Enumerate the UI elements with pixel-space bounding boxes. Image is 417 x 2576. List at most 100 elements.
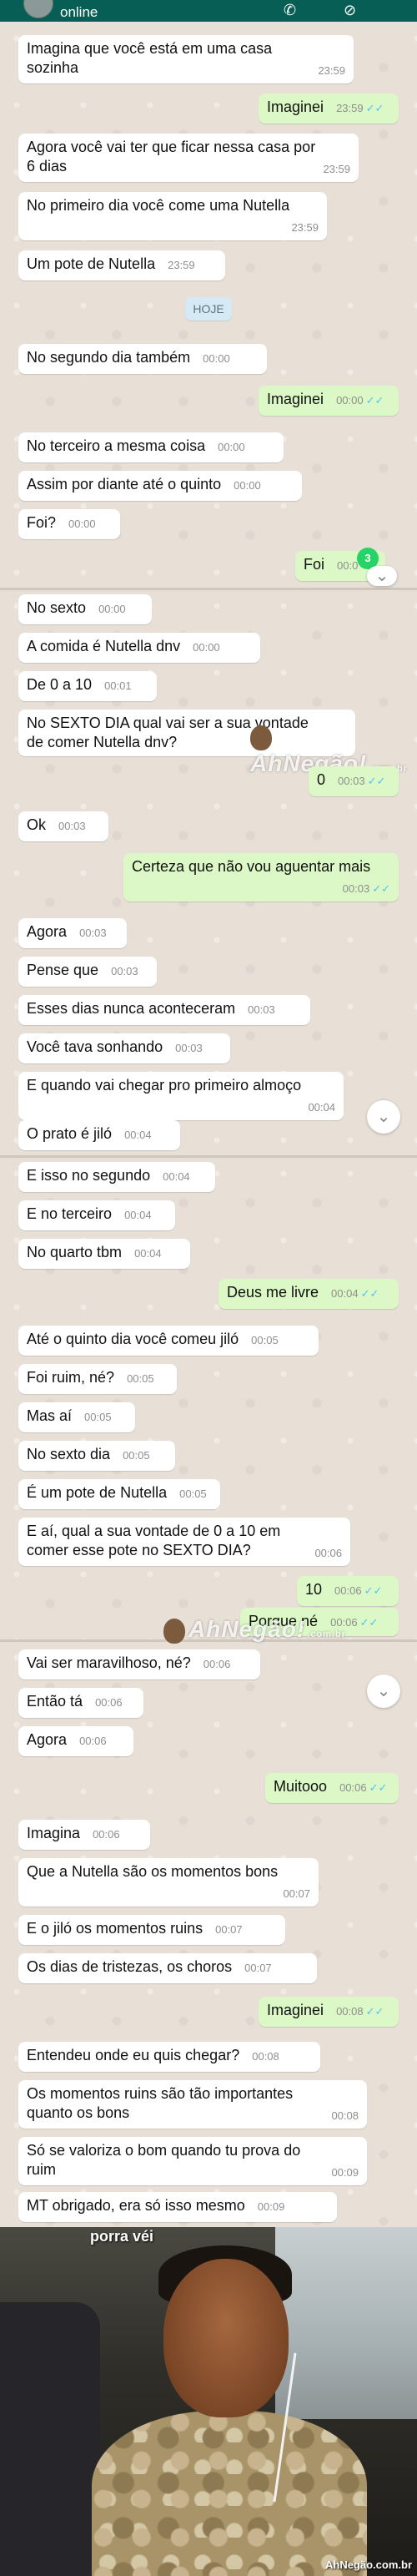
message-incoming[interactable]: Você tava sonhando 00:03 (18, 1033, 230, 1063)
message-incoming[interactable]: E no terceiro 00:04 (18, 1200, 175, 1230)
message-outgoing[interactable]: Imaginei 23:59 ✓✓ (259, 93, 399, 124)
message-text: Ok (27, 816, 47, 833)
bus-seat (0, 2302, 100, 2576)
message-text: Até o quinto dia você comeu jiló (27, 1331, 239, 1347)
message-outgoing[interactable]: Imaginei 00:00 ✓✓ (259, 386, 399, 416)
message-text: No sexto dia (27, 1446, 111, 1462)
message-incoming[interactable]: E o jiló os momentos ruins 00:07 (18, 1915, 285, 1945)
message-time: 00:04 (308, 1101, 335, 1114)
message-text: Vai ser maravilhoso, né? (27, 1654, 191, 1671)
message-text: Mas aí (27, 1407, 73, 1424)
message-incoming[interactable]: Os dias de tristezas, os choros 00:07 (18, 1953, 317, 1983)
scroll-down-button[interactable]: ⌄ (367, 1674, 400, 1708)
message-outgoing[interactable]: 10 00:06 ✓✓ (297, 1576, 399, 1606)
message-text: E isso no segundo (27, 1167, 151, 1184)
message-incoming[interactable]: Foi? 00:00 (18, 509, 120, 539)
message-incoming[interactable]: No sexto 00:00 (18, 594, 152, 624)
message-incoming[interactable]: MT obrigado, era só isso mesmo 00:09 (18, 2192, 337, 2222)
message-incoming[interactable]: Então tá 00:06 (18, 1688, 143, 1718)
message-text: Entendeu onde eu quis chegar? (27, 2047, 240, 2063)
message-text: E no terceiro (27, 1205, 113, 1222)
message-incoming[interactable]: Agora 00:03 (18, 918, 127, 948)
message-text: De 0 a 10 (27, 676, 93, 693)
read-receipt-icon: ✓✓ (359, 1616, 379, 1629)
read-receipt-icon: ✓✓ (364, 1584, 383, 1597)
message-incoming[interactable]: Imagina 00:06 (18, 1820, 150, 1850)
contact-avatar[interactable] (23, 0, 53, 18)
message-incoming[interactable]: Agora você vai ter que ficar nessa casa … (18, 134, 359, 182)
message-incoming[interactable]: No quarto tbm 00:04 (18, 1239, 190, 1269)
message-text: Os momentos ruins são tão importantes qu… (27, 2085, 294, 2121)
screenshot-divider (0, 588, 417, 590)
message-incoming[interactable]: Mas aí 00:05 (18, 1402, 135, 1432)
message-incoming[interactable]: No segundo dia também 00:00 (18, 344, 267, 374)
chevron-down-icon: ⌄ (376, 1108, 391, 1126)
read-receipt-icon: ✓✓ (365, 2005, 384, 2018)
message-incoming[interactable]: O prato é jiló 00:04 (18, 1120, 180, 1150)
message-incoming[interactable]: Esses dias nunca aconteceram 00:03 (18, 995, 310, 1025)
message-incoming[interactable]: E isso no segundo 00:04 (18, 1162, 215, 1192)
scroll-down-button[interactable]: ⌄ (367, 566, 397, 586)
message-incoming[interactable]: Agora 00:06 (18, 1726, 133, 1756)
message-incoming[interactable]: Só se valoriza o bom quando tu prova do … (18, 2137, 367, 2185)
message-time: 00:06 (95, 1696, 123, 1709)
message-time: 00:03 (111, 965, 138, 977)
message-outgoing[interactable]: 0 00:03 ✓✓ (309, 766, 399, 796)
message-time: 00:04 (163, 1170, 190, 1183)
message-time: 00:00 (98, 603, 126, 615)
message-time: 00:05 (251, 1334, 279, 1346)
message-time: 00:00 (336, 394, 364, 407)
message-text: No quarto tbm (27, 1244, 123, 1260)
message-text: 10 (305, 1581, 323, 1598)
message-outgoing[interactable]: Muitooo 00:06 ✓✓ (265, 1773, 399, 1803)
message-outgoing[interactable]: Deus me livre 00:04 ✓✓ (219, 1279, 399, 1309)
message-text: E quando vai chegar pro primeiro almoço (27, 1077, 302, 1094)
message-time: 00:08 (336, 2005, 364, 2018)
message-text: Agora (27, 923, 68, 940)
message-outgoing[interactable]: Imaginei 00:08 ✓✓ (259, 1997, 399, 2027)
message-time: 23:59 (291, 221, 319, 234)
message-incoming[interactable]: A comida é Nutella dnv 00:00 (18, 633, 260, 663)
message-incoming[interactable]: Entendeu onde eu quis chegar? 00:08 (18, 2042, 320, 2072)
message-incoming[interactable]: É um pote de Nutella 00:05 (18, 1479, 220, 1509)
message-incoming[interactable]: Imagina que você está em uma casa sozinh… (18, 35, 354, 83)
message-incoming[interactable]: Pense que 00:03 (18, 957, 157, 987)
message-incoming[interactable]: Um pote de Nutella 23:59 (18, 250, 225, 280)
message-text: Esses dias nunca aconteceram (27, 1000, 236, 1017)
message-incoming[interactable]: Até o quinto dia você comeu jiló 00:05 (18, 1326, 319, 1356)
attach-icon[interactable]: ⊘ (344, 2, 356, 19)
message-incoming[interactable]: Assim por diante até o quinto 00:00 (18, 471, 302, 501)
message-incoming[interactable]: E quando vai chegar pro primeiro almoço … (18, 1072, 344, 1120)
message-time: 00:04 (134, 1247, 162, 1260)
message-incoming[interactable]: No sexto dia 00:05 (18, 1441, 175, 1471)
message-time: 00:04 (124, 1209, 152, 1221)
message-incoming[interactable]: Vai ser maravilhoso, né? 00:06 (18, 1649, 260, 1679)
message-incoming[interactable]: Que a Nutella são os momentos bons 00:07 (18, 1858, 319, 1907)
message-text: Foi? (27, 514, 57, 531)
message-outgoing[interactable]: Certeza que não vou aguentar mais 00:03 ✓… (123, 853, 399, 902)
message-text: Foi ruim, né? (27, 1369, 115, 1386)
message-incoming[interactable]: E aí, qual a sua vontade de 0 a 10 em co… (18, 1518, 350, 1566)
message-time: 00:03 (248, 1003, 275, 1016)
message-incoming[interactable]: Ok 00:03 (18, 811, 108, 841)
message-time: 00:05 (179, 1488, 207, 1500)
message-text: Agora (27, 1731, 68, 1748)
message-time: 00:09 (257, 2200, 285, 2213)
message-time: 00:04 (124, 1129, 152, 1141)
read-receipt-icon: ✓✓ (365, 394, 384, 407)
message-incoming[interactable]: Foi ruim, né? 00:05 (18, 1364, 177, 1394)
message-text: Imaginei (267, 391, 324, 407)
message-time: 00:00 (193, 641, 220, 654)
message-text: No sexto (27, 599, 87, 616)
message-incoming[interactable]: No primeiro dia você come uma Nutella 23… (18, 192, 327, 240)
message-time: 00:06 (314, 1547, 342, 1559)
message-text: A comida é Nutella dnv (27, 638, 181, 654)
message-text: Imaginei (267, 2002, 324, 2018)
message-incoming[interactable]: De 0 a 10 00:01 (18, 671, 157, 701)
phone-icon[interactable]: ✆ (284, 2, 296, 19)
scroll-down-button[interactable]: ⌄ (367, 1100, 400, 1134)
chevron-down-icon: ⌄ (374, 567, 389, 585)
message-incoming[interactable]: Os momentos ruins são tão importantes qu… (18, 2080, 367, 2129)
message-time: 00:08 (252, 2050, 279, 2063)
message-incoming[interactable]: No terceiro a mesma coisa 00:00 (18, 432, 284, 462)
